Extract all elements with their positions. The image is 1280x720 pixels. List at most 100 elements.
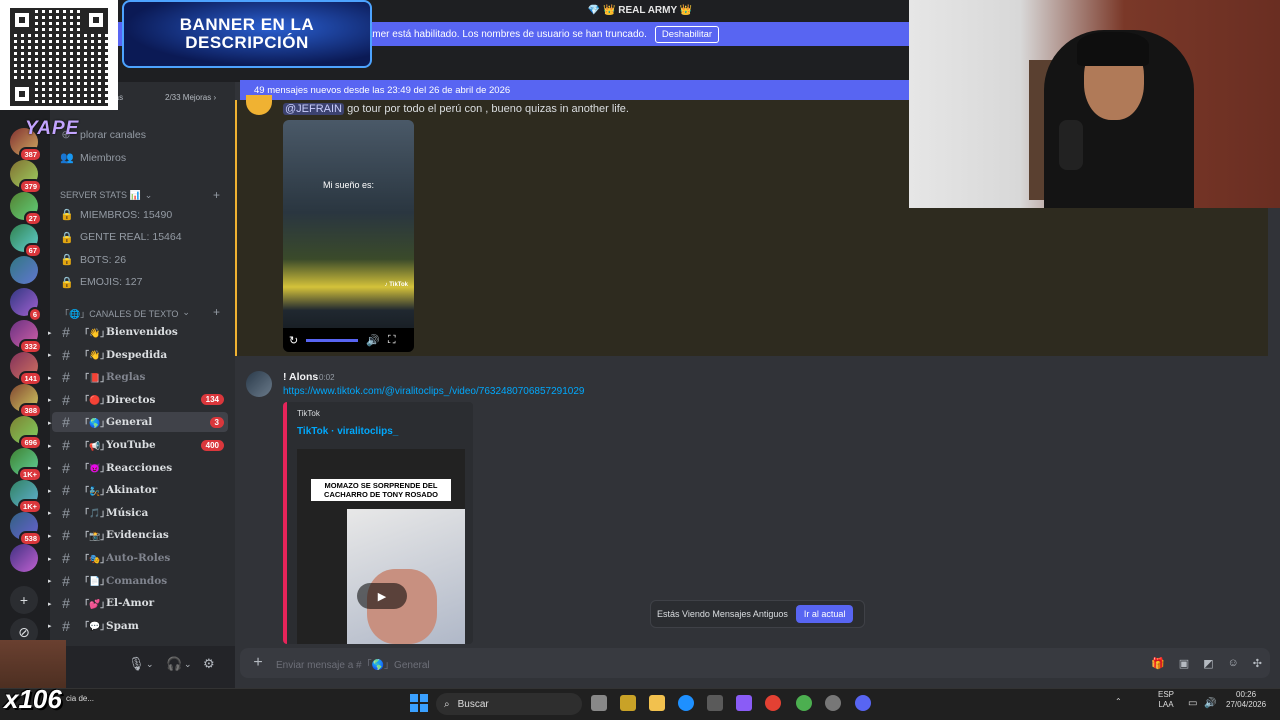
hash-icon: #: [62, 437, 70, 453]
server-icon[interactable]: 388: [10, 384, 42, 418]
store-icon[interactable]: [707, 695, 723, 711]
language-indicator[interactable]: ESP LAA: [1158, 690, 1174, 711]
channel-música[interactable]: ▸ # 「🎵」 Música: [48, 503, 228, 523]
chevron-down-icon[interactable]: ⌄: [146, 659, 154, 670]
task-view-icon[interactable]: [591, 695, 607, 711]
channel-youtube[interactable]: ▸ # 「📢」 YouTube 400: [48, 435, 228, 455]
emoji-icon[interactable]: ☺: [1228, 657, 1239, 670]
edge-browser-icon[interactable]: [678, 695, 694, 711]
add-server-icon[interactable]: +: [10, 586, 38, 614]
message-timestamp: 0:02: [319, 373, 335, 382]
category-text-channels[interactable]: 「🌐」CANALES DE TEXTO ⌄: [60, 307, 190, 320]
members-item[interactable]: 👥 Miembros: [60, 151, 126, 165]
server-icon[interactable]: [10, 544, 38, 572]
hash-icon: #: [62, 346, 70, 363]
video-progress-bar[interactable]: [306, 338, 359, 342]
stats-channel[interactable]: 🔒 BOTS: 26: [60, 253, 126, 267]
file-explorer-icon[interactable]: [649, 695, 665, 711]
chevron-up-icon[interactable]: ⌃: [1115, 697, 1122, 707]
video-attachment[interactable]: Mi sueño es: ♪ TikTok ↻ 🔊 ⛶: [283, 120, 414, 352]
sticker-icon[interactable]: ◩: [1203, 657, 1213, 670]
stats-channel[interactable]: 🔒 EMOJIS: 127: [60, 276, 142, 289]
channel-evidencias[interactable]: ▸ # 「📸」 Evidencias: [48, 525, 228, 545]
tiktok-watermark: ♪ TikTok: [384, 282, 408, 288]
streamer-microphone: [1059, 120, 1083, 170]
channel-auto-roles[interactable]: ▸ # 「🎭」 Auto-Roles: [48, 548, 228, 568]
copilot-icon[interactable]: [736, 695, 752, 711]
replay-icon[interactable]: ↻: [289, 334, 298, 347]
microphone-icon[interactable]: 🎙: [128, 656, 145, 672]
apps-icon[interactable]: ✣: [1253, 657, 1262, 670]
channel-name: General: [106, 416, 153, 429]
server-icon[interactable]: 332: [10, 320, 42, 354]
server-icon[interactable]: 538: [10, 512, 42, 546]
server-icon[interactable]: 6: [10, 288, 42, 322]
explore-label: plorar canales: [80, 128, 146, 141]
disable-streamer-button[interactable]: Deshabilitar: [654, 25, 720, 43]
channel-reglas[interactable]: ▸ # 「📕」 Reglas: [48, 367, 228, 387]
channel-emoji: 「📸」: [80, 530, 110, 541]
browser-icon[interactable]: [796, 695, 812, 711]
server-icon[interactable]: 67: [10, 224, 42, 258]
user-mention[interactable]: @JEFRAIN: [283, 103, 345, 115]
gif-icon[interactable]: ▣: [1179, 657, 1189, 670]
channel-name: Bienvenidos: [106, 326, 178, 338]
app-icon[interactable]: [620, 695, 636, 711]
gift-icon[interactable]: 🎁: [1151, 657, 1165, 670]
new-messages-bar[interactable]: 49 mensajes nuevos desde las 23:49 del 2…: [240, 80, 910, 100]
clock-date: 27/04/2026: [1226, 700, 1267, 710]
settings-gear-icon[interactable]: ⚙: [203, 656, 215, 672]
server-icon[interactable]: 1K+: [10, 448, 42, 482]
stats-channel[interactable]: 🔒 MIEMBROS: 15490: [60, 208, 172, 222]
server-icon[interactable]: 27: [10, 192, 42, 226]
message-author[interactable]: ! Alons: [283, 371, 318, 383]
category-server-stats[interactable]: SERVER STATS 📊 ⌄: [60, 190, 152, 201]
add-attachment-icon[interactable]: +: [240, 654, 276, 672]
avatar[interactable]: [246, 371, 272, 397]
server-icon[interactable]: 1K+: [10, 480, 42, 514]
channel-name: Despedida: [106, 348, 168, 361]
channel-spam[interactable]: ▸ # 「💬」 Spam: [48, 616, 228, 636]
volume-icon[interactable]: 🔊: [1204, 697, 1216, 710]
taskbar-search[interactable]: ⌕ Buscar: [436, 693, 582, 715]
unread-indicator-icon: ▸: [48, 621, 52, 631]
jump-to-present-button[interactable]: Ir al actual: [795, 605, 854, 623]
embed-title[interactable]: TikTok · viralitoclips_: [297, 426, 398, 437]
clock[interactable]: 00:26 27/04/2026: [1226, 690, 1266, 711]
hash-icon: #: [62, 504, 70, 521]
message-link[interactable]: https://www.tiktok.com/@viralitoclips_/v…: [283, 386, 584, 397]
discord-icon[interactable]: [855, 695, 871, 711]
chrome-icon[interactable]: [765, 695, 781, 711]
stats-channel[interactable]: 🔒 GENTE REAL: 15464: [60, 231, 182, 244]
server-icon[interactable]: 696: [10, 416, 42, 450]
server-icon[interactable]: 379: [10, 160, 42, 194]
channel-directos[interactable]: ▸ # 「🔴」 Directos 134: [48, 390, 228, 410]
hash-icon: #: [62, 459, 70, 476]
server-icon[interactable]: 141: [10, 352, 42, 386]
taskbar-notification[interactable]: cia de...: [66, 694, 94, 703]
add-channel-icon[interactable]: +: [213, 305, 220, 319]
category-label: 「🌐」CANALES DE TEXTO: [60, 309, 179, 319]
channel-akinator[interactable]: ▸ # 「🧞」 Akinator: [48, 480, 228, 500]
server-icon[interactable]: [10, 256, 38, 284]
channel-reacciones[interactable]: ▸ # 「😈」 Reacciones: [48, 458, 228, 478]
windows-start-icon[interactable]: [410, 694, 428, 712]
channel-comandos[interactable]: ▸ # 「📄」 Comandos: [48, 571, 228, 591]
add-channel-icon[interactable]: +: [213, 188, 220, 202]
server-boosts[interactable]: 2/33 Mejoras ›: [165, 93, 216, 102]
chevron-down-icon[interactable]: ⌄: [184, 659, 192, 670]
embed-thumbnail[interactable]: MOMAZO SE SORPRENDE DEL CACHARRO DE TONY…: [297, 449, 465, 644]
app-icon[interactable]: [825, 695, 841, 711]
channel-despedida[interactable]: ▸ # 「👋」 Despedida: [48, 345, 228, 365]
message-composer[interactable]: + Enviar mensaje a #「🌎」General 🎁 ▣ ◩ ☺ ✣: [240, 648, 1270, 678]
channel-bienvenidos[interactable]: ▸ # 「👋」 Bienvenidos: [48, 322, 228, 342]
network-icon[interactable]: ▭: [1188, 697, 1197, 710]
headphones-icon[interactable]: 🎧: [166, 656, 182, 672]
channel-el-amor[interactable]: ▸ # 「💕」 El-Amor: [48, 593, 228, 613]
message-input-placeholder[interactable]: Enviar mensaje a #「🌎」General: [276, 656, 430, 671]
fullscreen-icon[interactable]: ⛶: [388, 334, 396, 347]
play-icon[interactable]: ▶: [357, 583, 407, 609]
channel-general[interactable]: ▸ # 「🌎」 General 3: [48, 412, 228, 433]
link-embed: TikTok TikTok · viralitoclips_ MOMAZO SE…: [283, 402, 473, 644]
volume-icon[interactable]: 🔊: [366, 334, 380, 347]
